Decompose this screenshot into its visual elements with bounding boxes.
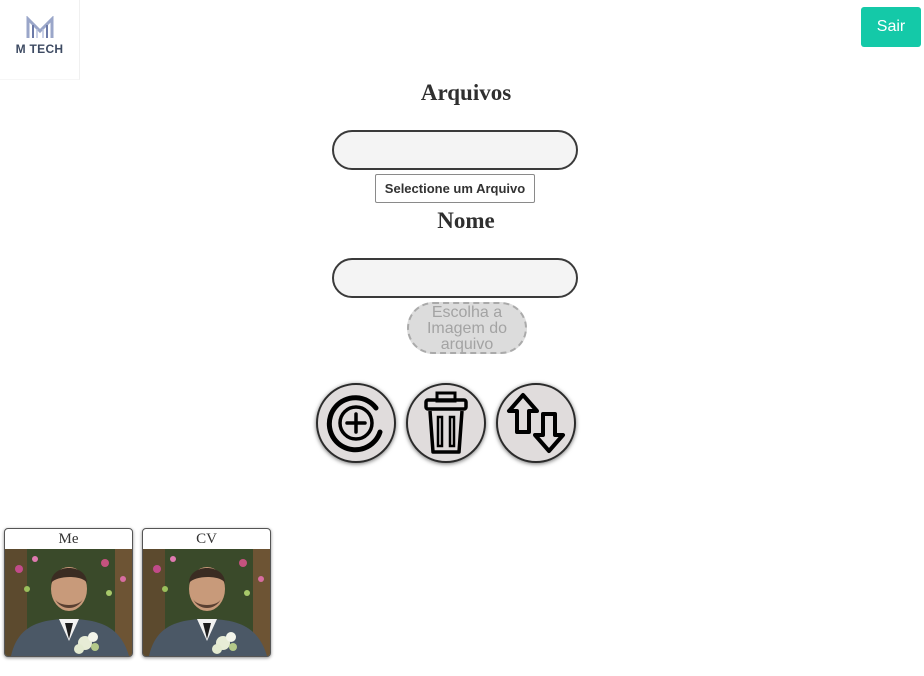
file-card-title: Me — [58, 531, 79, 547]
logout-button[interactable]: Sair — [861, 7, 921, 47]
brand-name: M TECH — [15, 42, 64, 56]
m-tech-logo-icon — [26, 16, 53, 38]
file-card[interactable]: CV — [142, 528, 271, 657]
name-input[interactable] — [332, 258, 578, 298]
file-card[interactable]: Me — [4, 528, 133, 657]
file-card-image — [143, 549, 270, 656]
file-input[interactable] — [332, 130, 578, 170]
swap-button[interactable] — [496, 383, 576, 463]
trash-icon — [424, 391, 468, 454]
add-button[interactable] — [316, 383, 396, 463]
brand-logo: M TECH — [0, 0, 80, 80]
files-heading: Arquivos — [420, 80, 512, 105]
name-heading: Nome — [437, 208, 495, 233]
add-circle-icon — [326, 395, 383, 453]
swap-arrows-icon — [507, 393, 565, 453]
select-file-button[interactable]: Selectione um Arquivo — [375, 174, 535, 203]
file-card-image — [5, 549, 132, 656]
file-card-title: CV — [196, 531, 217, 547]
delete-button[interactable] — [406, 383, 486, 463]
choose-image-button[interactable]: Escolha a Imagem do arquivo — [407, 302, 527, 354]
